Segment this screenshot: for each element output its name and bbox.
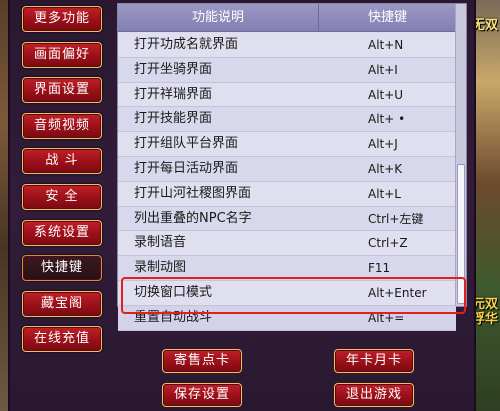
menu-system-settings[interactable]: 系统设置 xyxy=(22,219,102,246)
table-row[interactable]: 录制语音 Ctrl+Z xyxy=(118,231,456,257)
row-shortcut[interactable]: Ctrl+左键 xyxy=(368,207,423,231)
table-header: 功能说明 快捷键 xyxy=(118,4,456,32)
table-row[interactable]: 打开坐骑界面 Alt+I xyxy=(118,57,456,83)
row-shortcut[interactable]: Alt+I xyxy=(368,58,398,82)
menu-hotkeys[interactable]: 快捷键 xyxy=(22,255,102,282)
table-row[interactable]: 打开祥瑞界面 Alt+U xyxy=(118,82,456,108)
row-shortcut[interactable]: Alt+L xyxy=(368,182,401,206)
menu-online-recharge[interactable]: 在线充值 xyxy=(22,326,102,353)
table-row[interactable]: 打开每日活动界面 Alt+K xyxy=(118,156,456,182)
sell-card-button[interactable]: 寄售点卡 xyxy=(162,349,242,373)
annual-card-button[interactable]: 年卡月卡 xyxy=(334,349,414,373)
row-description: 打开组队平台界面 xyxy=(134,136,239,152)
menu-combat[interactable]: 战 斗 xyxy=(22,148,102,175)
table-row[interactable]: 列出重叠的NPC名字 Ctrl+左键 xyxy=(118,206,456,232)
row-description: 打开每日活动界面 xyxy=(134,160,239,176)
table-row[interactable]: 打开技能界面 Alt+ • xyxy=(118,107,456,133)
row-shortcut[interactable]: Ctrl+Z xyxy=(368,231,408,255)
row-description: 打开祥瑞界面 xyxy=(134,86,213,102)
row-shortcut[interactable]: Alt+K xyxy=(368,157,402,181)
exit-game-button[interactable]: 退出游戏 xyxy=(334,383,414,407)
row-description: 列出重叠的NPC名字 xyxy=(134,210,252,226)
save-settings-button[interactable]: 保存设置 xyxy=(162,383,242,407)
hotkey-table: 功能说明 快捷键 打开功成名就界面 Alt+N 打开坐骑界面 Alt+I 打开祥瑞界… xyxy=(117,3,467,331)
menu-audio-video[interactable]: 音频视频 xyxy=(22,112,102,139)
menu-more-functions[interactable]: 更多功能 xyxy=(22,6,102,32)
settings-side-menu: 更多功能 画面偏好 界面设置 音频视频 战 斗 安 全 系统设置 快捷键 藏宝阁… xyxy=(22,6,102,362)
menu-display-preferences[interactable]: 画面偏好 xyxy=(22,41,102,68)
row-description: 打开山河社稷图界面 xyxy=(134,185,252,201)
menu-treasure-pavilion[interactable]: 藏宝阁 xyxy=(22,290,102,317)
row-shortcut[interactable]: Alt+N xyxy=(368,33,403,57)
row-shortcut[interactable]: Alt+J xyxy=(368,132,398,156)
row-description: 打开技能界面 xyxy=(134,111,213,127)
table-row[interactable]: 打开山河社稷图界面 Alt+L xyxy=(118,181,456,207)
row-shortcut[interactable]: Alt+ • xyxy=(368,107,405,131)
table-scrollbar[interactable] xyxy=(455,4,466,306)
menu-security[interactable]: 安 全 xyxy=(22,183,102,210)
column-header-shortcut: 快捷键 xyxy=(318,4,456,32)
row-description: 打开坐骑界面 xyxy=(134,61,213,77)
column-header-description: 功能说明 xyxy=(191,10,244,25)
row-description: 录制语音 xyxy=(134,235,187,251)
menu-interface-settings[interactable]: 界面设置 xyxy=(22,77,102,104)
row-description: 打开功成名就界面 xyxy=(134,37,239,52)
annotation-highlight-box xyxy=(121,277,466,314)
row-shortcut[interactable]: Alt+U xyxy=(368,83,403,107)
table-row[interactable]: 打开组队平台界面 Alt+J xyxy=(118,132,456,157)
table-row[interactable]: 打开功成名就界面 Alt+N xyxy=(118,33,456,58)
